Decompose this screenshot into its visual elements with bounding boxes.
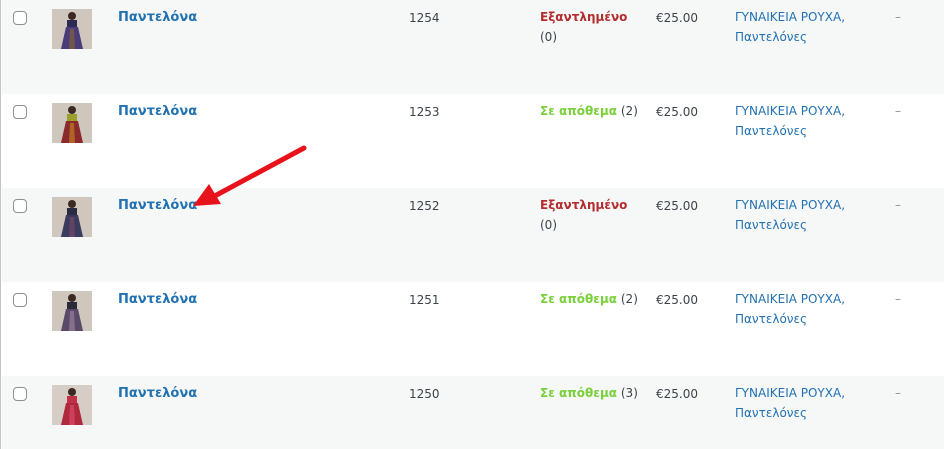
category-link[interactable]: Παντελόνες (735, 218, 807, 232)
product-sku: 1250 (409, 387, 440, 401)
table-row: Παντελόνα 1250 Σε απόθεμα (3) €25.00 ΓΥΝ… (2, 376, 944, 449)
empty-cell: – (895, 104, 901, 118)
table-row: Παντελόνα 1251 Σε απόθεμα (2) €25.00 ΓΥΝ… (2, 282, 944, 376)
row-select-checkbox[interactable] (13, 387, 27, 401)
row-select-checkbox[interactable] (13, 293, 27, 307)
product-sku: 1252 (409, 199, 440, 213)
row-select-checkbox[interactable] (13, 105, 27, 119)
empty-cell: – (895, 198, 901, 212)
category-link[interactable]: ΓΥΝΑΙΚΕΙΑ ΡΟΥΧΑ, (735, 386, 845, 400)
category-link[interactable]: ΓΥΝΑΙΚΕΙΑ ΡΟΥΧΑ, (735, 292, 845, 306)
category-link[interactable]: Παντελόνες (735, 406, 807, 420)
product-thumbnail[interactable] (52, 291, 92, 331)
category-link[interactable]: ΓΥΝΑΙΚΕΙΑ ΡΟΥΧΑ, (735, 198, 845, 212)
table-row: Παντελόνα 1254 Εξαντλημένο (0) €25.00 ΓΥ… (2, 0, 944, 94)
stock-status-label: Σε απόθεμα (540, 292, 618, 306)
product-sku: 1253 (409, 105, 440, 119)
category-link[interactable]: Παντελόνες (735, 124, 807, 138)
annotation-arrow-icon (193, 145, 307, 206)
empty-cell: – (895, 292, 901, 306)
empty-cell: – (895, 10, 901, 24)
product-sku: 1251 (409, 293, 440, 307)
stock-count: (3) (620, 386, 638, 400)
stock-count: (0) (540, 30, 557, 44)
stock-count: (2) (620, 292, 638, 306)
stock-status: Σε απόθεμα (2) (540, 289, 640, 309)
product-categories: ΓΥΝΑΙΚΕΙΑ ΡΟΥΧΑ, Παντελόνες (735, 195, 845, 235)
empty-cell: – (895, 386, 901, 400)
product-categories: ΓΥΝΑΙΚΕΙΑ ΡΟΥΧΑ, Παντελόνες (735, 7, 845, 47)
category-link[interactable]: ΓΥΝΑΙΚΕΙΑ ΡΟΥΧΑ, (735, 104, 845, 118)
stock-count: (2) (620, 104, 638, 118)
category-link[interactable]: ΓΥΝΑΙΚΕΙΑ ΡΟΥΧΑ, (735, 10, 845, 24)
product-categories: ΓΥΝΑΙΚΕΙΑ ΡΟΥΧΑ, Παντελόνες (735, 383, 845, 423)
stock-status-label: Εξαντλημένο (540, 10, 628, 24)
product-price: €25.00 (656, 105, 698, 119)
product-thumbnail[interactable] (52, 9, 92, 49)
stock-status: Σε απόθεμα (2) (540, 101, 640, 121)
product-price: €25.00 (656, 293, 698, 307)
product-categories: ΓΥΝΑΙΚΕΙΑ ΡΟΥΧΑ, Παντελόνες (735, 289, 845, 329)
product-name-link[interactable]: Παντελόνα (118, 386, 197, 401)
product-name-link[interactable]: Παντελόνα (118, 292, 197, 307)
product-sku: 1254 (409, 11, 440, 25)
stock-status-label: Σε απόθεμα (540, 104, 618, 118)
product-price: €25.00 (656, 199, 698, 213)
stock-status: Σε απόθεμα (3) (540, 383, 640, 403)
row-select-checkbox[interactable] (13, 199, 27, 213)
stock-count: (0) (540, 218, 557, 232)
product-thumbnail[interactable] (52, 385, 92, 425)
row-select-checkbox[interactable] (13, 11, 27, 25)
products-table: Παντελόνα 1254 Εξαντλημένο (0) €25.00 ΓΥ… (0, 0, 944, 449)
product-categories: ΓΥΝΑΙΚΕΙΑ ΡΟΥΧΑ, Παντελόνες (735, 101, 845, 141)
stock-status: Εξαντλημένο (0) (540, 7, 640, 47)
product-thumbnail[interactable] (52, 197, 92, 237)
product-price: €25.00 (656, 11, 698, 25)
table-row: Παντελόνα 1252 Εξαντλημένο (0) €25.00 ΓΥ… (2, 188, 944, 282)
product-thumbnail[interactable] (52, 103, 92, 143)
category-link[interactable]: Παντελόνες (735, 30, 807, 44)
stock-status-label: Εξαντλημένο (540, 198, 628, 212)
product-name-link[interactable]: Παντελόνα (118, 10, 197, 25)
stock-status: Εξαντλημένο (0) (540, 195, 640, 235)
product-name-link[interactable]: Παντελόνα (118, 104, 197, 119)
table-row: Παντελόνα 1253 Σε απόθεμα (2) €25.00 ΓΥΝ… (2, 94, 944, 188)
stock-status-label: Σε απόθεμα (540, 386, 618, 400)
product-price: €25.00 (656, 387, 698, 401)
category-link[interactable]: Παντελόνες (735, 312, 807, 326)
